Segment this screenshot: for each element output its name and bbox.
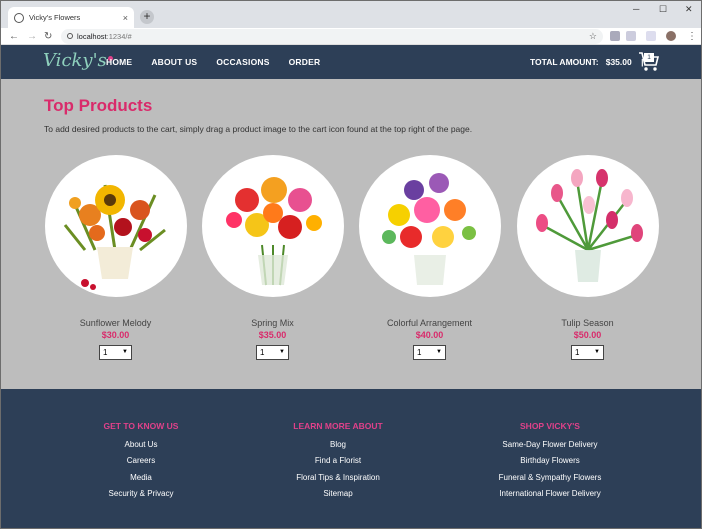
cart-total: TOTAL AMOUNT: $35.00 | bbox=[530, 57, 644, 67]
footer-heading: GET TO KNOW US bbox=[103, 421, 179, 431]
total-value: $35.00 bbox=[605, 57, 632, 67]
website: Vicky's HOME ABOUT US OCCASIONS ORDER TO… bbox=[1, 45, 701, 528]
product-name: Tulip Season bbox=[561, 318, 614, 328]
product-price: $40.00 bbox=[415, 330, 444, 340]
quantity-value: 1 bbox=[575, 348, 580, 357]
new-tab-button[interactable]: + bbox=[140, 10, 154, 24]
main-nav: HOME ABOUT US OCCASIONS ORDER bbox=[106, 57, 320, 67]
site-footer: GET TO KNOW US About Us Careers Media Se… bbox=[1, 389, 701, 528]
product-card: Spring Mix $35.00 1 ▼ bbox=[200, 155, 345, 360]
footer-link-media[interactable]: Media bbox=[41, 470, 241, 486]
total-label: TOTAL AMOUNT: bbox=[530, 57, 599, 67]
products-section: Top Products To add desired products to … bbox=[1, 79, 701, 389]
footer-heading: LEARN MORE ABOUT bbox=[293, 421, 383, 431]
dropdown-arrow-icon: ▼ bbox=[436, 349, 442, 355]
info-icon[interactable] bbox=[67, 33, 73, 39]
product-price: $30.00 bbox=[101, 330, 130, 340]
nav-occasions[interactable]: OCCASIONS bbox=[216, 57, 269, 67]
dropdown-arrow-icon: ▼ bbox=[279, 349, 285, 355]
footer-link-about-us[interactable]: About Us bbox=[41, 437, 241, 453]
quantity-select[interactable]: 1 ▼ bbox=[413, 345, 446, 360]
url-path: :1234/# bbox=[106, 32, 132, 41]
back-icon[interactable]: ← bbox=[9, 30, 19, 43]
tab-bar: Vicky's Flowers × + ─ ☐ ✕ bbox=[1, 1, 701, 28]
extension-icon[interactable] bbox=[626, 31, 636, 41]
footer-link-international[interactable]: International Flower Delivery bbox=[450, 486, 650, 502]
footer-link-security[interactable]: Security & Privacy bbox=[41, 486, 241, 502]
cart-count-badge: 1 bbox=[644, 53, 654, 62]
footer-column-shop: SHOP VICKY'S Same-Day Flower Delivery Bi… bbox=[450, 421, 650, 503]
footer-link-funeral[interactable]: Funeral & Sympathy Flowers bbox=[450, 470, 650, 486]
browser-window: Vicky's Flowers × + ─ ☐ ✕ ← → ↻ localhos… bbox=[1, 1, 701, 528]
browser-toolbar: ← → ↻ localhost:1234/# ☆ ⋮ bbox=[1, 28, 701, 45]
quantity-value: 1 bbox=[260, 348, 265, 357]
nav-about-us[interactable]: ABOUT US bbox=[151, 57, 197, 67]
product-card: Colorful Arrangement $40.00 1 ▼ bbox=[357, 155, 502, 360]
url-host: localhost bbox=[77, 32, 107, 41]
close-tab-icon[interactable]: × bbox=[123, 13, 128, 23]
product-price: $50.00 bbox=[573, 330, 602, 340]
browser-menu-icon[interactable]: ⋮ bbox=[687, 30, 697, 43]
footer-column-know-us: GET TO KNOW US About Us Careers Media Se… bbox=[41, 421, 241, 503]
product-card: Sunflower Melody $30.00 1 ▼ bbox=[43, 155, 188, 360]
product-image-colorful[interactable] bbox=[358, 155, 501, 297]
window-close-icon[interactable]: ✕ bbox=[685, 4, 693, 15]
bookmark-star-icon[interactable]: ☆ bbox=[589, 29, 597, 44]
tab-title: Vicky's Flowers bbox=[29, 13, 81, 22]
site-logo[interactable]: Vicky's bbox=[43, 50, 113, 71]
site-header: Vicky's HOME ABOUT US OCCASIONS ORDER TO… bbox=[1, 45, 701, 79]
footer-link-careers[interactable]: Careers bbox=[41, 453, 241, 469]
footer-link-blog[interactable]: Blog bbox=[238, 437, 438, 453]
quantity-value: 1 bbox=[103, 348, 108, 357]
footer-link-find-florist[interactable]: Find a Florist bbox=[238, 453, 438, 469]
footer-heading: SHOP VICKY'S bbox=[520, 421, 580, 431]
instructions-text: To add desired products to the cart, sim… bbox=[44, 124, 473, 134]
maximize-icon[interactable]: ☐ bbox=[659, 4, 667, 15]
address-bar[interactable]: localhost:1234/# ☆ bbox=[61, 29, 603, 44]
product-name: Colorful Arrangement bbox=[386, 318, 473, 328]
profile-avatar[interactable] bbox=[666, 31, 676, 41]
product-image-tulips[interactable] bbox=[516, 155, 659, 297]
product-price: $35.00 bbox=[258, 330, 287, 340]
page-title: Top Products bbox=[44, 96, 153, 115]
reload-icon[interactable]: ↻ bbox=[44, 30, 52, 43]
quantity-select[interactable]: 1 ▼ bbox=[99, 345, 132, 360]
product-image-sunflower[interactable] bbox=[44, 155, 187, 297]
minimize-icon[interactable]: ─ bbox=[633, 4, 639, 14]
cart-icon[interactable]: 1 bbox=[638, 51, 660, 73]
footer-link-same-day[interactable]: Same-Day Flower Delivery bbox=[450, 437, 650, 453]
dropdown-arrow-icon: ▼ bbox=[122, 349, 128, 355]
footer-link-floral-tips[interactable]: Floral Tips & Inspiration bbox=[238, 470, 438, 486]
quantity-value: 1 bbox=[417, 348, 422, 357]
browser-tab[interactable]: Vicky's Flowers × bbox=[8, 7, 134, 28]
product-image-spring-mix[interactable] bbox=[201, 155, 344, 297]
nav-order[interactable]: ORDER bbox=[289, 57, 321, 67]
globe-icon bbox=[14, 12, 24, 23]
product-name: Spring Mix bbox=[251, 318, 294, 328]
footer-link-sitemap[interactable]: Sitemap bbox=[238, 486, 438, 502]
extension-icon[interactable] bbox=[646, 31, 656, 41]
extension-icon[interactable] bbox=[610, 31, 620, 41]
footer-link-birthday[interactable]: Birthday Flowers bbox=[450, 453, 650, 469]
product-name: Sunflower Melody bbox=[79, 318, 152, 328]
footer-column-learn-more: LEARN MORE ABOUT Blog Find a Florist Flo… bbox=[238, 421, 438, 503]
quantity-select[interactable]: 1 ▼ bbox=[571, 345, 604, 360]
product-card: Tulip Season $50.00 1 ▼ bbox=[515, 155, 660, 360]
forward-icon[interactable]: → bbox=[27, 30, 37, 43]
logo-text: Vicky's bbox=[43, 50, 107, 71]
nav-home[interactable]: HOME bbox=[106, 57, 132, 67]
quantity-select[interactable]: 1 ▼ bbox=[256, 345, 289, 360]
dropdown-arrow-icon: ▼ bbox=[594, 349, 600, 355]
